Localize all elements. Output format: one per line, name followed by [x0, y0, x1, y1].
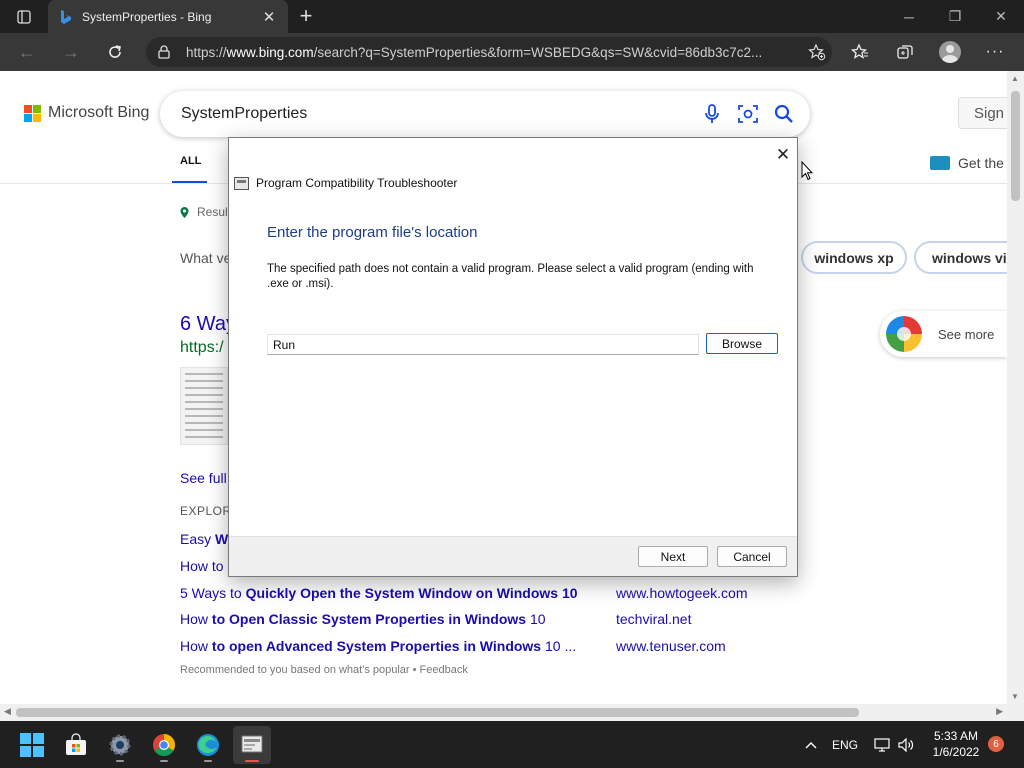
network-icon[interactable] — [871, 721, 893, 768]
explore-heading: EXPLOR — [180, 504, 232, 518]
tab-actions-icon[interactable] — [10, 6, 38, 28]
scroll-corner — [1007, 704, 1024, 721]
active-indicator — [245, 760, 259, 762]
explore-link[interactable]: How to Open Classic System Properties in… — [180, 611, 546, 627]
result-url[interactable]: https:/ — [180, 339, 224, 357]
cancel-button[interactable]: Cancel — [717, 546, 787, 567]
vertical-scroll-thumb[interactable] — [1011, 91, 1020, 201]
explore-site[interactable]: www.howtogeek.com — [616, 585, 748, 601]
result-thumbnail[interactable] — [180, 367, 228, 445]
scroll-left-icon[interactable]: ◀ — [4, 706, 11, 717]
minimize-icon[interactable]: ─ — [886, 0, 932, 33]
troubleshooter-app-icon — [234, 176, 249, 190]
explore-link[interactable]: How to — [180, 558, 224, 574]
next-button[interactable]: Next — [638, 546, 708, 567]
related-question: What ve — [180, 250, 232, 266]
new-tab-icon[interactable]: + — [294, 3, 318, 28]
results-location: Result — [180, 205, 231, 219]
edge-icon[interactable] — [189, 726, 227, 764]
address-toolbar: ← → https://www.bing.com/search?q=System… — [0, 33, 1024, 71]
see-more-label: See more — [938, 326, 995, 342]
settings-icon[interactable] — [101, 726, 139, 764]
clock-time: 5:33 AM — [933, 729, 979, 743]
scroll-down-icon[interactable]: ▼ — [1011, 692, 1019, 701]
troubleshooter-icon[interactable] — [233, 726, 271, 764]
store-icon[interactable] — [57, 726, 95, 764]
explore-site[interactable]: www.tenuser.com — [616, 638, 726, 654]
show-hidden-icons-icon[interactable] — [801, 721, 821, 768]
chrome-icon[interactable] — [145, 726, 183, 764]
dialog-close-icon[interactable]: ✕ — [769, 142, 797, 168]
restore-icon[interactable]: ❐ — [932, 0, 978, 33]
address-field[interactable]: https://www.bing.com/search?q=SystemProp… — [146, 37, 832, 67]
pill-windows-vista[interactable]: windows vis — [914, 241, 1007, 274]
vertical-scrollbar[interactable]: ▲ ▼ — [1007, 71, 1024, 704]
running-indicator — [204, 760, 212, 762]
tab-title: SystemProperties - Bing — [82, 9, 212, 24]
see-full-link[interactable]: See full — [180, 470, 227, 486]
windows-taskbar: ENG 5:33 AM 1/6/2022 6 — [0, 721, 1024, 768]
troubleshooter-dialog: ✕ Program Compatibility Troubleshooter E… — [228, 137, 798, 577]
tv-icon — [930, 156, 950, 170]
taskbar-clock[interactable]: 5:33 AM 1/6/2022 — [930, 728, 982, 760]
running-indicator — [160, 760, 168, 762]
language-indicator[interactable]: ENG — [830, 721, 860, 768]
dialog-heading: Enter the program file's location — [267, 224, 478, 241]
microsoft-logo-icon — [24, 104, 41, 122]
refresh-icon[interactable] — [100, 38, 130, 66]
program-path-input[interactable]: Run — [267, 334, 699, 355]
scroll-up-icon[interactable]: ▲ — [1011, 74, 1019, 83]
dialog-footer: Next Cancel — [229, 536, 797, 576]
location-pin-icon — [180, 206, 189, 218]
mouse-cursor-icon — [801, 161, 813, 181]
forward-icon[interactable]: → — [56, 38, 86, 66]
collections-icon[interactable] — [890, 38, 920, 66]
dialog-error-message: The specified path does not contain a va… — [267, 263, 754, 290]
pill-windows-xp[interactable]: windows xp — [801, 241, 907, 274]
microphone-icon[interactable] — [694, 96, 730, 132]
recommended-feedback: Recommended to you based on what's popul… — [180, 664, 468, 676]
scroll-right-icon[interactable]: ▶ — [996, 706, 1003, 717]
horizontal-scroll-thumb[interactable] — [16, 708, 859, 717]
get-the-text: Get the — [958, 155, 1004, 171]
clock-date: 1/6/2022 — [932, 745, 980, 759]
running-indicator — [116, 760, 124, 762]
browser-tab[interactable]: SystemProperties - Bing ✕ — [48, 0, 288, 33]
notification-badge[interactable]: 6 — [988, 736, 1004, 752]
browse-button[interactable]: Browse — [706, 333, 778, 354]
back-icon[interactable]: ← — [12, 38, 42, 66]
bing-logo[interactable]: Microsoft Bing — [24, 104, 149, 122]
get-the-app-link[interactable]: Get the — [930, 155, 1004, 171]
profile-avatar[interactable] — [935, 38, 965, 66]
close-window-icon[interactable]: ✕ — [978, 0, 1024, 33]
volume-icon[interactable] — [895, 721, 917, 768]
start-icon[interactable] — [13, 726, 51, 764]
horizontal-scrollbar[interactable]: ◀ ▶ — [0, 704, 1007, 721]
explore-site[interactable]: techviral.net — [616, 611, 691, 627]
sign-in-button[interactable]: Sign i — [958, 97, 1007, 129]
bing-favicon-icon — [58, 9, 72, 24]
url-text: https://www.bing.com/search?q=SystemProp… — [186, 44, 763, 60]
dialog-header: Program Compatibility Troubleshooter — [234, 176, 457, 190]
lock-icon[interactable] — [158, 45, 176, 59]
search-input[interactable]: SystemProperties — [181, 105, 694, 123]
search-icon[interactable] — [766, 96, 802, 132]
search-box[interactable]: SystemProperties — [160, 91, 810, 137]
more-options-icon[interactable]: ··· — [980, 38, 1010, 66]
see-more-button[interactable]: See more — [880, 311, 1007, 357]
bing-brand-text: Microsoft Bing — [48, 104, 150, 121]
tab-close-icon[interactable]: ✕ — [260, 8, 278, 26]
browser-tab-bar: SystemProperties - Bing ✕ + ─ ❐ ✕ — [0, 0, 1024, 33]
favorites-icon[interactable] — [845, 38, 875, 66]
add-favorite-icon[interactable] — [802, 43, 832, 61]
visual-search-icon[interactable] — [730, 96, 766, 132]
explore-link[interactable]: 5 Ways to Quickly Open the System Window… — [180, 585, 578, 601]
explore-link[interactable]: How to open Advanced System Properties i… — [180, 638, 576, 654]
dialog-window-title: Program Compatibility Troubleshooter — [256, 176, 458, 190]
see-more-icon — [886, 316, 922, 352]
tab-all[interactable]: ALL — [180, 155, 201, 167]
results-location-text: Result — [197, 205, 232, 219]
